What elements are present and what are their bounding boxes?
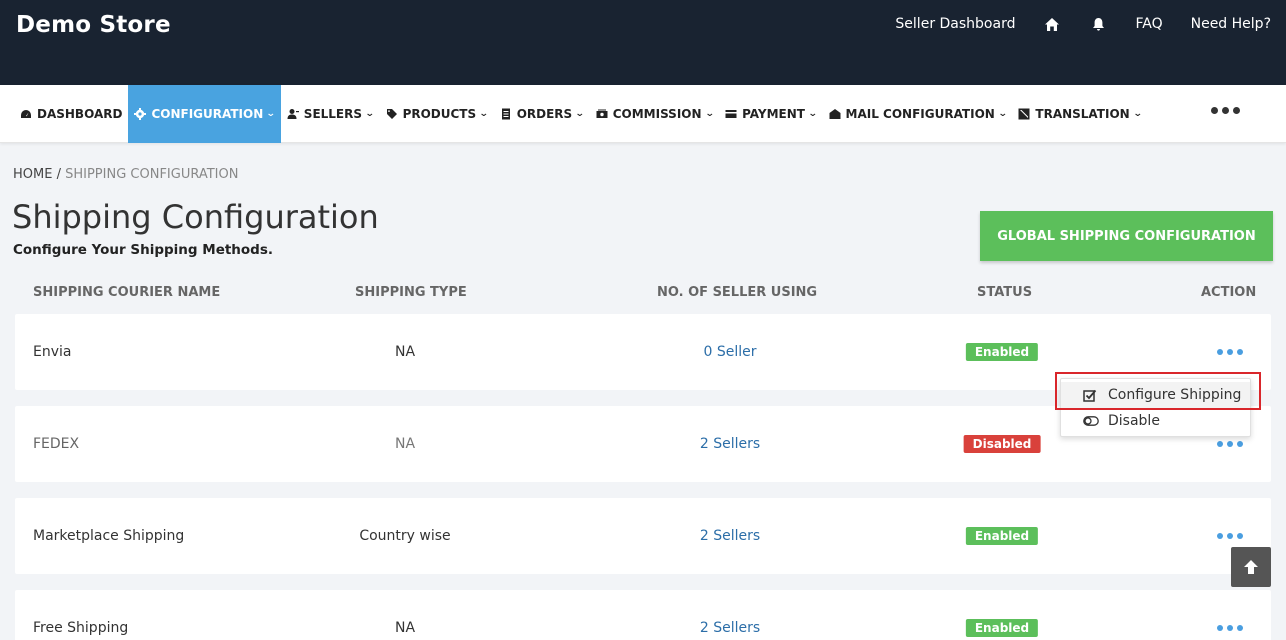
shipping-type: NA <box>394 436 416 452</box>
table-row: Free Shipping NA 2 Sellers Enabled <box>15 590 1271 640</box>
chevron-down-icon: ⌄ <box>364 109 375 119</box>
page-title: Shipping Configuration <box>12 198 379 236</box>
table-header: SHIPPING COURIER NAME SHIPPING TYPE NO. … <box>0 285 1286 305</box>
disable-menu-item[interactable]: Disable <box>1061 408 1250 434</box>
nav-more-icon[interactable] <box>1211 107 1240 114</box>
nav-item-translation[interactable]: TRANSLATION ⌄ <box>1012 85 1147 143</box>
page-subtitle: Configure Your Shipping Methods. <box>13 242 274 258</box>
list-icon <box>500 108 512 120</box>
status-badge: Enabled <box>965 343 1039 361</box>
disable-label: Disable <box>1108 413 1160 429</box>
action-menu-icon[interactable] <box>1217 533 1243 539</box>
courier-name: Envia <box>33 344 72 360</box>
nav-item-sellers[interactable]: SELLERS ⌄ <box>281 85 380 143</box>
table-row: Marketplace Shipping Country wise 2 Sell… <box>15 498 1271 574</box>
nav-item-commission[interactable]: COMMISSION ⌄ <box>590 85 719 143</box>
column-header-status: STATUS <box>977 285 1033 300</box>
top-header: Demo Store Seller Dashboard FAQ Need Hel… <box>0 0 1286 85</box>
back-to-top-button[interactable] <box>1231 547 1271 587</box>
shipping-type: Country wise <box>359 528 451 544</box>
gear-icon <box>134 108 147 120</box>
card-icon <box>725 108 737 120</box>
breadcrumb-home[interactable]: HOME <box>13 167 52 182</box>
checkbox-icon <box>1083 388 1099 402</box>
chevron-down-icon: ⌄ <box>807 109 818 119</box>
nav-item-payment[interactable]: PAYMENT ⌄ <box>719 85 822 143</box>
configure-shipping-menu-item[interactable]: Configure Shipping <box>1061 382 1250 408</box>
money-icon <box>596 108 608 120</box>
action-menu-icon[interactable] <box>1217 349 1243 355</box>
users-icon <box>287 108 299 120</box>
chevron-down-icon: ⌄ <box>997 109 1008 119</box>
bell-icon[interactable] <box>1089 15 1107 33</box>
shipping-type: NA <box>394 620 416 636</box>
seller-dashboard-link[interactable]: Seller Dashboard <box>895 16 1015 32</box>
seller-count-link[interactable]: 2 Sellers <box>700 620 760 636</box>
courier-name: Marketplace Shipping <box>33 528 185 544</box>
column-header-sellers: NO. OF SELLER USING <box>657 285 818 300</box>
breadcrumb-current: SHIPPING CONFIGURATION <box>65 167 239 182</box>
arrow-up-icon <box>1244 560 1258 574</box>
store-brand[interactable]: Demo Store <box>16 12 171 38</box>
global-shipping-configuration-button[interactable]: GLOBAL SHIPPING CONFIGURATION <box>980 211 1273 261</box>
nav-item-configuration[interactable]: CONFIGURATION ⌄ <box>128 85 281 143</box>
need-help-link[interactable]: Need Help? <box>1191 16 1271 32</box>
nav-label: ORDERS <box>516 107 573 121</box>
shipping-type: NA <box>394 344 416 360</box>
dashboard-icon <box>20 108 32 120</box>
nav-label: CONFIGURATION <box>151 107 264 121</box>
configure-shipping-label: Configure Shipping <box>1108 387 1242 403</box>
nav-label: PRODUCTS <box>402 107 477 121</box>
tag-icon <box>386 108 398 120</box>
top-links: Seller Dashboard FAQ Need Help? <box>867 15 1271 33</box>
action-menu-icon[interactable] <box>1217 625 1243 631</box>
action-dropdown: Configure Shipping Disable <box>1060 378 1251 437</box>
toggle-off-icon <box>1083 414 1099 428</box>
nav-label: SELLERS <box>303 107 363 121</box>
seller-count-link[interactable]: 0 Seller <box>703 344 756 360</box>
home-icon[interactable] <box>1043 15 1061 33</box>
chevron-down-icon: ⌄ <box>266 109 276 119</box>
breadcrumb-separator: / <box>52 167 66 182</box>
status-badge: Disabled <box>963 435 1041 453</box>
main-nav: DASHBOARD CONFIGURATION ⌄ SELLERS ⌄ PROD… <box>0 85 1286 143</box>
nav-label: COMMISSION <box>612 107 702 121</box>
seller-count-link[interactable]: 2 Sellers <box>700 436 760 452</box>
status-badge: Enabled <box>965 527 1039 545</box>
nav-item-mail-configuration[interactable]: MAIL CONFIGURATION ⌄ <box>823 85 1013 143</box>
chevron-down-icon: ⌄ <box>1132 109 1143 119</box>
courier-name: Free Shipping <box>33 620 129 636</box>
breadcrumb: HOME / SHIPPING CONFIGURATION <box>13 167 238 182</box>
status-badge: Enabled <box>965 619 1039 637</box>
column-header-type: SHIPPING TYPE <box>355 285 467 300</box>
faq-link[interactable]: FAQ <box>1135 16 1162 32</box>
nav-label: DASHBOARD <box>37 107 123 121</box>
nav-label: TRANSLATION <box>1035 107 1130 121</box>
courier-name: FEDEX <box>33 436 80 452</box>
nav-item-dashboard[interactable]: DASHBOARD <box>14 85 128 143</box>
action-menu-icon[interactable] <box>1217 441 1243 447</box>
nav-label: PAYMENT <box>742 107 805 121</box>
column-header-action: ACTION <box>1201 285 1257 300</box>
seller-count-link[interactable]: 2 Sellers <box>700 528 760 544</box>
nav-label: MAIL CONFIGURATION <box>845 107 995 121</box>
translate-icon <box>1018 108 1030 120</box>
chevron-down-icon: ⌄ <box>575 109 585 119</box>
envelope-icon <box>829 108 841 120</box>
nav-items: DASHBOARD CONFIGURATION ⌄ SELLERS ⌄ PROD… <box>14 85 1147 143</box>
chevron-down-icon: ⌄ <box>479 109 489 119</box>
nav-item-products[interactable]: PRODUCTS ⌄ <box>380 85 494 143</box>
chevron-down-icon: ⌄ <box>704 109 715 119</box>
nav-item-orders[interactable]: ORDERS ⌄ <box>494 85 590 143</box>
column-header-name: SHIPPING COURIER NAME <box>33 285 221 300</box>
